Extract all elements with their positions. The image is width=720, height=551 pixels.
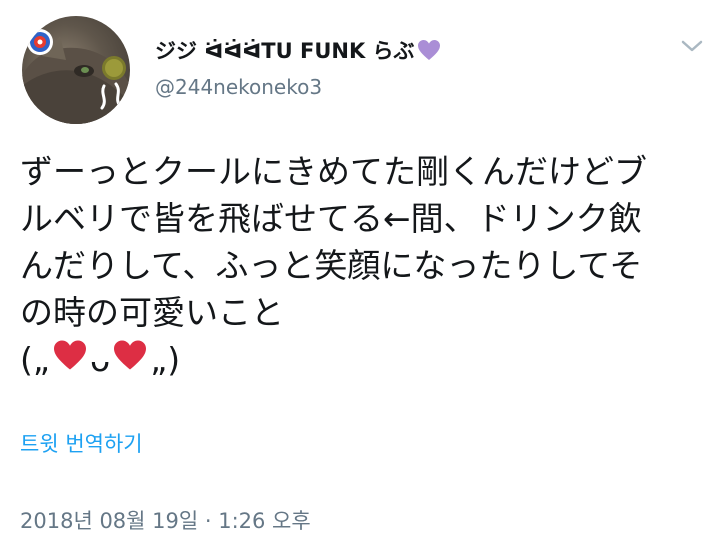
kaomoji-left-marks: „ [32,340,50,379]
tweet-body: ずーっとクールにきめてた剛くんだけどブ ルベリで皆を飛ばせてる←間、ドリンク飲 … [20,148,700,383]
kaomoji-mouth: ᴗ [89,340,111,379]
tweet-timestamp[interactable]: 2018년 08월 19일 · 1:26 오후 [20,507,311,535]
tweet-body-line: ルベリで皆を飛ばせてる←間、ドリンク飲 [20,199,642,238]
kaomoji: ( „ ᴗ „ ) [20,336,700,383]
translate-tweet-link[interactable]: 트윗 번역하기 [20,430,143,458]
tweet-header: ジジ ᐛᐛᐛTU FUNK らぶ @244nekoneko3 [155,38,441,99]
purple-heart-icon [417,39,441,67]
user-handle[interactable]: @244nekoneko3 [155,75,441,99]
kaomoji-close-paren: ) [167,340,181,379]
kaomoji-open-paren: ( [20,340,33,379]
display-name-text[interactable]: ジジ ᐛᐛᐛTU FUNK らぶ [155,39,415,63]
chevron-down-icon[interactable] [680,36,704,56]
red-heart-icon [112,336,148,383]
tweet-body-line: ずーっとクールにきめてた剛くんだけどブ [20,152,647,191]
red-heart-icon [52,336,88,383]
cat-photo-icon [22,29,130,124]
tweet-body-line: んだりして、ふっと笑顔になったりしてそ [20,246,643,285]
tweet: ジジ ᐛᐛᐛTU FUNK らぶ @244nekoneko3 ずーっとクールにき… [0,0,720,551]
display-name[interactable]: ジジ ᐛᐛᐛTU FUNK らぶ [155,38,441,67]
avatar[interactable] [22,16,130,124]
kaomoji-right-marks: „ [150,340,168,379]
tweet-body-line: の時の可愛いこと [20,293,284,332]
